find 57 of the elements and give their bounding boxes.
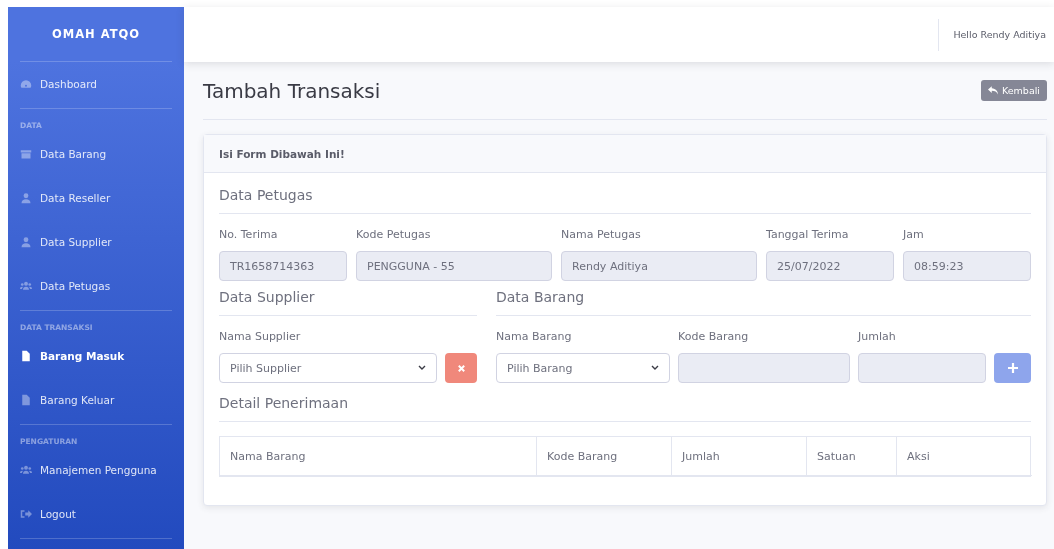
field-label: Jumlah [858, 330, 897, 345]
sidebar-item[interactable]: Data Barang [20, 132, 172, 176]
sidebar-item[interactable]: Barang Masuk [20, 334, 172, 378]
field-label: Tanggal Terima [766, 228, 850, 243]
field-label: Nama Barang [496, 330, 573, 345]
reply-icon [988, 86, 998, 95]
user-icon [20, 236, 32, 248]
field-label: Kode Petugas [356, 228, 432, 243]
input-field[interactable] [858, 353, 986, 383]
users-icon [20, 280, 32, 292]
field-label: Kode Barang [678, 330, 750, 345]
item-select[interactable]: Pilih Barang [496, 353, 670, 383]
table-header-cell: Nama Barang [220, 437, 536, 476]
section-title: Data Petugas [219, 187, 1031, 214]
plus-icon [1007, 363, 1018, 373]
table-header-cell: Kode Barang [536, 437, 671, 476]
sidebar-item[interactable]: Data Reseller [20, 176, 172, 220]
logout-icon [20, 508, 32, 520]
field-label: Nama Petugas [561, 228, 642, 243]
sidebar-item[interactable]: Logout [20, 492, 172, 536]
card-header: Isi Form Dibawah Ini! [204, 135, 1046, 173]
file-icon [20, 394, 32, 406]
users-icon [20, 464, 32, 476]
sidebar-item[interactable]: Data Supplier [20, 220, 172, 264]
section-title: Data Barang [496, 289, 1031, 316]
add-button[interactable] [994, 353, 1031, 383]
table-header-cell: Aksi [896, 437, 1032, 476]
field-label: Jam [903, 228, 925, 243]
box-icon [20, 148, 32, 160]
input-field[interactable]: PENGGUNA - 55 [356, 251, 552, 281]
sidebar-item[interactable]: Barang Keluar [20, 378, 172, 422]
close-icon [456, 363, 466, 373]
brand-title: OMAH ATQO [20, 7, 172, 62]
field-label: Nama Supplier [219, 330, 302, 345]
clear-button[interactable] [445, 353, 477, 383]
supplier-select[interactable]: Pilih Supplier [219, 353, 437, 383]
sidebar-item[interactable]: Data Petugas [20, 264, 172, 308]
user-greeting[interactable]: Hello Rendy Aditiya [938, 18, 1054, 51]
input-field[interactable]: Rendy Aditiya [561, 251, 757, 281]
file-icon [20, 350, 32, 362]
section-title: Detail Penerimaan [219, 395, 1031, 422]
user-icon [20, 192, 32, 204]
section-title: Data Supplier [219, 289, 477, 316]
input-field[interactable]: 25/07/2022 [766, 251, 894, 281]
table-header-cell: Jumlah [671, 437, 806, 476]
input-field[interactable]: TR1658714363 [219, 251, 347, 281]
field-label: No. Terima [219, 228, 279, 243]
table-header-cell: Satuan [806, 437, 896, 476]
sidebar-item[interactable]: Manajemen Pengguna [20, 448, 172, 492]
input-field[interactable] [678, 353, 850, 383]
back-button[interactable]: Kembali [981, 80, 1047, 101]
sidebar-item[interactable]: Dashboard [20, 62, 172, 106]
dashboard-icon [20, 78, 32, 90]
page-title: Tambah Transaksi [203, 78, 381, 103]
input-field[interactable]: 08:59:23 [903, 251, 1031, 281]
chevron-down-icon [651, 365, 659, 371]
chevron-down-icon [418, 365, 426, 371]
